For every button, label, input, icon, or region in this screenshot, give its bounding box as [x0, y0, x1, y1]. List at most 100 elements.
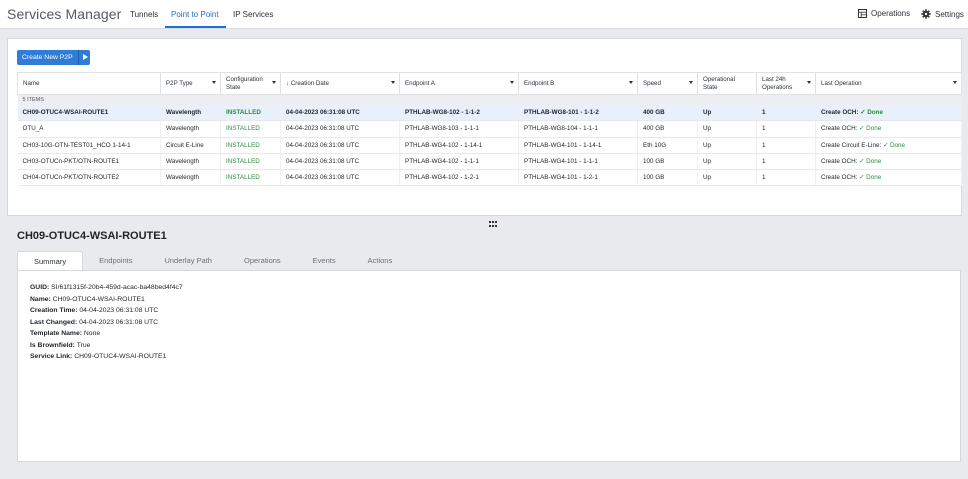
- column-header-name[interactable]: Name: [17, 72, 161, 95]
- last-changed-field: Last Changed: 04-04-2023 06:31:08 UTC: [30, 318, 159, 326]
- operations-icon: [858, 9, 867, 18]
- cell-last-operation: Create OCH: ✓ Done: [815, 153, 962, 171]
- column-header-operational-state[interactable]: Operational State: [697, 72, 757, 95]
- cell-endpoint-a: PTHLAB-WG8-102 - 1-1-2: [399, 104, 519, 122]
- cell-last-operation: Create OCH: ✓ Done: [815, 120, 962, 138]
- cell-endpoint-b: PTHLAB-WG4-101 - 1-1-1: [518, 153, 638, 171]
- top-header: Services Manager Tunnels Point to Point …: [0, 0, 968, 29]
- cell-last-24h-operations: 1: [756, 104, 816, 122]
- cell-last-24h-operations: 1: [756, 137, 816, 154]
- p2p-services-table: Name P2P Type Configuration State ↓ Crea…: [17, 72, 962, 187]
- cell-last-24h-operations: 1: [756, 153, 816, 171]
- tab-operations[interactable]: Operations: [228, 251, 297, 271]
- table-row[interactable]: CH03-OTUCn-PKT/OTN-ROUTE1 Wavelength INS…: [17, 153, 962, 171]
- tab-events[interactable]: Events: [297, 251, 352, 271]
- done-status: ✓ Done: [859, 158, 882, 166]
- settings-link[interactable]: Settings: [921, 9, 964, 19]
- cell-operational-state: Up: [697, 137, 757, 154]
- app-title: Services Manager: [7, 6, 122, 22]
- cell-p2p-type: Wavelength: [160, 153, 221, 171]
- cell-p2p-type: Circuit E-Line: [160, 137, 221, 154]
- cell-configuration-state: INSTALLED: [220, 120, 281, 138]
- cell-last-operation: Create OCH: ✓ Done: [815, 169, 962, 187]
- cell-name: CH03-OTUCn-PKT/OTN-ROUTE1: [17, 153, 161, 171]
- cell-configuration-state: INSTALLED: [220, 153, 281, 171]
- table-row[interactable]: OTU_A Wavelength INSTALLED 04-04-2023 06…: [17, 120, 962, 138]
- cell-creation-date: 04-04-2023 06:31:08 UTC: [280, 169, 400, 187]
- cell-endpoint-b: PTHLAB-WG4-101 - 1-14-1: [518, 137, 638, 154]
- cell-endpoint-a: PTHLAB-WG4-102 - 1-1-1: [399, 153, 519, 171]
- done-status: ✓ Done: [859, 125, 882, 133]
- template-name-field: Template Name: None: [30, 330, 101, 337]
- sort-caret-icon: [272, 81, 276, 84]
- cell-creation-date: 04-04-2023 06:31:08 UTC: [280, 120, 400, 138]
- cell-creation-date: 04-04-2023 06:31:08 UTC: [280, 104, 400, 122]
- cell-last-operation: Create OCH: ✓ Done: [815, 104, 962, 122]
- creation-time-field: Creation Time: 04-04-2023 06:31:08 UTC: [30, 307, 159, 314]
- item-count: 5 ITEMS: [17, 94, 962, 105]
- cell-speed: 400 GB: [637, 120, 698, 138]
- sort-caret-icon: [689, 81, 693, 84]
- tab-ip-services[interactable]: IP Services: [233, 10, 273, 19]
- panel-resize-handle[interactable]: [489, 221, 499, 229]
- is-brownfield-field: Is Brownfield: True: [30, 341, 91, 349]
- service-link-field: Service Link: CH09-OTUC4-WSAI-ROUTE1: [30, 353, 167, 360]
- gear-icon: [921, 9, 931, 19]
- cell-creation-date: 04-04-2023 06:31:08 UTC: [280, 153, 400, 171]
- cell-name: CH03-10G-OTN-TEST01_HCO 1-14-1: [17, 137, 161, 154]
- cell-configuration-state: INSTALLED: [220, 137, 281, 154]
- column-header-creation-date[interactable]: ↓ Creation Date: [280, 72, 400, 95]
- sort-caret-icon: [510, 81, 514, 84]
- column-header-speed[interactable]: Speed: [637, 72, 698, 95]
- cell-speed: 100 GB: [637, 153, 698, 171]
- cell-speed: 400 GB: [637, 104, 698, 122]
- cell-configuration-state: INSTALLED: [220, 104, 281, 122]
- done-status: ✓ Done: [882, 141, 906, 149]
- tab-summary[interactable]: Summary: [17, 251, 84, 271]
- create-menu-arrow-icon[interactable]: [77, 50, 90, 65]
- guid-field: GUID: SI/61f1315f-20b4-459d-acac-ba48bed…: [30, 284, 183, 291]
- cell-last-operation: Create Circuit E-Line: ✓ Done: [815, 137, 962, 154]
- column-header-endpoint-b[interactable]: Endpoint B: [518, 72, 638, 95]
- cell-last-24h-operations: 1: [756, 169, 816, 187]
- settings-label: Settings: [935, 9, 964, 19]
- cell-operational-state: Up: [697, 153, 757, 171]
- done-status: ✓ Done: [860, 108, 883, 116]
- cell-speed: Eth 10G: [637, 137, 698, 154]
- create-new-p2p-button[interactable]: Create New P2P: [17, 50, 78, 65]
- summary-panel: GUID: SI/61f1315f-20b4-459d-acac-ba48bed…: [17, 270, 961, 462]
- tab-actions[interactable]: Actions: [352, 251, 409, 271]
- cell-endpoint-b: PTHLAB-WG8-104 - 1-1-1: [518, 120, 638, 138]
- sort-caret-icon: [807, 81, 811, 84]
- cell-operational-state: Up: [697, 120, 757, 138]
- sort-caret-icon: [629, 81, 633, 84]
- cell-name: OTU_A: [17, 120, 161, 138]
- tab-tunnels[interactable]: Tunnels: [130, 10, 158, 19]
- sort-caret-icon: [953, 81, 957, 84]
- column-header-endpoint-a[interactable]: Endpoint A: [399, 72, 519, 95]
- cell-operational-state: Up: [697, 169, 757, 187]
- cell-p2p-type: Wavelength: [160, 169, 221, 187]
- table-row[interactable]: CH03-10G-OTN-TEST01_HCO 1-14-1 Circuit E…: [17, 137, 962, 154]
- table-row[interactable]: CH09-OTUC4-WSAI-ROUTE1 Wavelength INSTAL…: [17, 104, 962, 122]
- cell-last-24h-operations: 1: [756, 120, 816, 138]
- table-row[interactable]: CH04-OTUCn-PKT/OTN-ROUTE2 Wavelength INS…: [17, 169, 962, 187]
- detail-title: CH09-OTUC4-WSAI-ROUTE1: [17, 230, 167, 242]
- item-count-row: 5 ITEMS: [17, 94, 962, 105]
- sort-caret-icon: [212, 81, 216, 84]
- tab-point-to-point[interactable]: Point to Point: [171, 10, 219, 19]
- column-header-last-operation[interactable]: Last Operation: [815, 72, 962, 95]
- column-header-p2p-type[interactable]: P2P Type: [160, 72, 221, 95]
- tab-endpoints[interactable]: Endpoints: [83, 251, 148, 271]
- cell-endpoint-a: PTHLAB-WG8-103 - 1-1-1: [399, 120, 519, 138]
- cell-endpoint-b: PTHLAB-WG8-101 - 1-1-2: [518, 104, 638, 122]
- operations-label: Operations: [871, 9, 911, 18]
- column-header-configuration-state[interactable]: Configuration State: [220, 72, 281, 95]
- cell-speed: 100 GB: [637, 169, 698, 187]
- cell-p2p-type: Wavelength: [160, 104, 221, 122]
- tab-underlay-path[interactable]: Underlay Path: [148, 251, 228, 271]
- operations-link[interactable]: Operations: [858, 9, 910, 18]
- column-header-last-24h-operations[interactable]: Last 24h Operations: [756, 72, 816, 95]
- cell-operational-state: Up: [697, 104, 757, 122]
- cell-endpoint-a: PTHLAB-WG4-102 - 1-14-1: [399, 137, 519, 154]
